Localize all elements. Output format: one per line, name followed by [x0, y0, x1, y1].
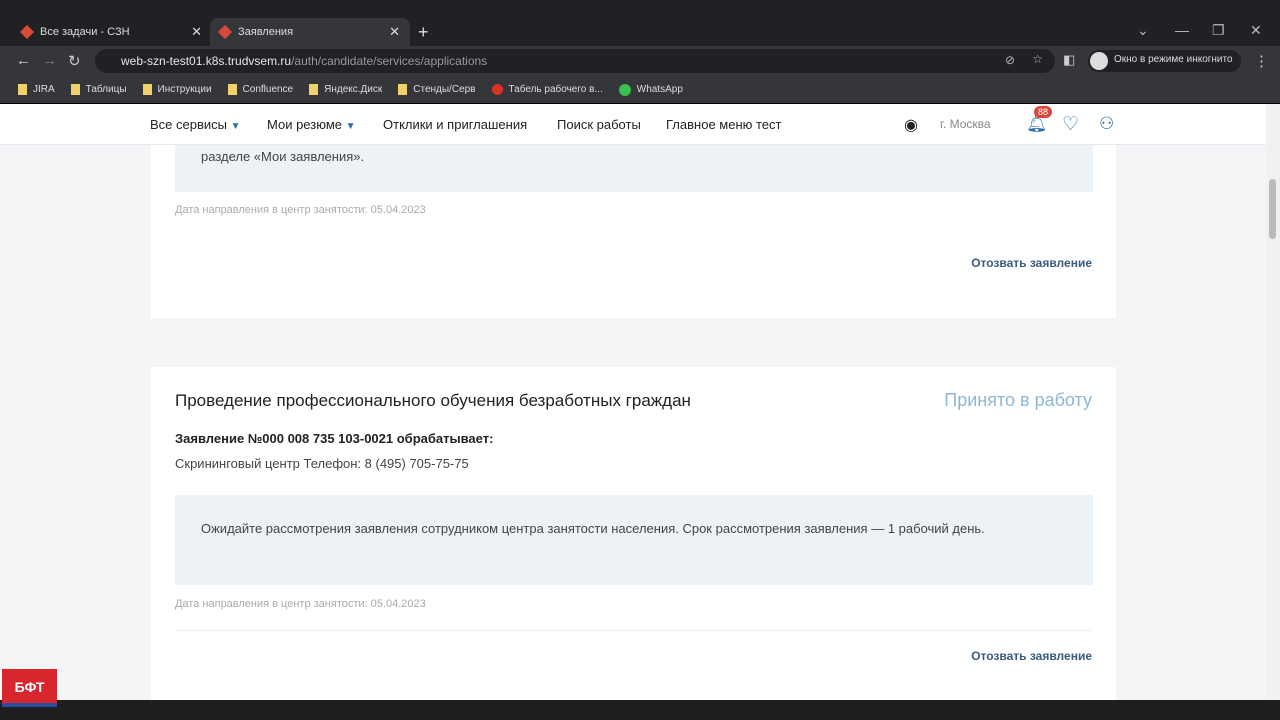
menu-icon[interactable]: ⋮ — [1254, 52, 1269, 70]
close-icon[interactable]: ✕ — [389, 24, 400, 40]
url-input[interactable]: web-szn-test01.k8s.trudvsem.ru/auth/cand… — [95, 49, 1055, 73]
tab-search-icon[interactable]: ⌄ — [1137, 22, 1149, 39]
folder-icon — [70, 84, 80, 95]
bookmark-label: Яндекс.Диск — [324, 84, 383, 95]
folder-icon — [398, 84, 408, 95]
site-header: Все сервисы ▼ Мои резюме ▼ Отклики и при… — [0, 104, 1266, 145]
scrollbar-thumb[interactable] — [1269, 179, 1276, 239]
heart-icon[interactable]: ♡ — [1062, 113, 1079, 136]
forward-button[interactable]: → — [42, 52, 57, 69]
nav-my-resumes[interactable]: Мои резюме ▼ — [267, 117, 356, 132]
nav-all-services[interactable]: Все сервисы ▼ — [150, 117, 241, 132]
tab-label: Заявления — [238, 26, 294, 38]
scrollbar[interactable] — [1266, 104, 1280, 700]
folder-icon — [309, 84, 319, 95]
reload-button[interactable]: ↻ — [68, 52, 81, 70]
bookmark-yandex-disk[interactable]: Яндекс.Диск — [309, 84, 382, 95]
nav-label: Мои резюме — [267, 117, 342, 132]
bookmark-instructions[interactable]: Инструкции — [142, 84, 212, 95]
minimize-button[interactable]: — — [1175, 22, 1189, 38]
status-label: Принято в работу — [944, 390, 1092, 410]
tab-applications[interactable]: Заявления ✕ — [210, 18, 410, 46]
application-note: Ожидайте рассмотрения заявления сотрудни… — [175, 495, 1093, 585]
caret-down-icon: ▼ — [230, 121, 241, 132]
bookmark-stands[interactable]: Стенды/Серв — [398, 84, 476, 95]
bookmark-label: Табель рабочего в... — [508, 84, 603, 95]
site-icon — [19, 24, 35, 40]
bookmark-jira[interactable]: JIRA — [18, 84, 55, 95]
bookmark-label: Инструкции — [157, 84, 212, 95]
tab-bar: Все задачи - СЗН ✕ Заявления ✕ + ⌄ — ❐ ✕ — [0, 0, 1280, 46]
close-icon[interactable]: ✕ — [191, 24, 202, 40]
bookmark-label: Confluence — [242, 84, 294, 95]
nav-responses[interactable]: Отклики и приглашения — [383, 117, 527, 132]
taskbar — [0, 700, 1280, 720]
nav-job-search[interactable]: Поиск работы — [557, 117, 641, 132]
star-icon[interactable]: ☆ — [1032, 52, 1043, 66]
url-host: web-szn-test01.k8s.trudvsem.ru — [121, 54, 292, 68]
service-title: Проведение профессионального обучения бе… — [175, 391, 691, 410]
back-button[interactable]: ← — [16, 52, 31, 69]
nav-main-menu-test[interactable]: Главное меню тест — [666, 117, 781, 132]
close-window-button[interactable]: ✕ — [1250, 22, 1262, 39]
side-panel-icon[interactable]: ◧ — [1063, 52, 1075, 68]
new-tab-button[interactable]: + — [418, 22, 429, 43]
bookmark-label: Таблицы — [85, 84, 127, 95]
bookmarks-bar: JIRA Таблицы Инструкции Confluence Яндек… — [0, 76, 1280, 103]
eye-icon[interactable]: ◉ — [904, 115, 918, 135]
bookmark-label: JIRA — [33, 84, 55, 95]
revoke-application-link[interactable]: Отозвать заявление — [971, 649, 1092, 663]
processing-center: Скрининговый центр Телефон: 8 (495) 705-… — [175, 456, 469, 471]
tab-label: Все задачи - СЗН — [40, 26, 130, 38]
address-bar-row: ← → ↻ web-szn-test01.k8s.trudvsem.ru/aut… — [0, 46, 1280, 76]
folder-icon — [227, 84, 237, 95]
restore-button[interactable]: ❐ — [1212, 22, 1225, 39]
bookmark-label: Стенды/Серв — [413, 84, 476, 95]
bookmark-label: WhatsApp — [636, 84, 683, 95]
j-icon — [491, 84, 503, 95]
caret-down-icon: ▼ — [345, 121, 356, 132]
divider — [175, 630, 1092, 631]
bookmark-tables[interactable]: Таблицы — [70, 84, 127, 95]
nav-label: Все сервисы — [150, 117, 227, 132]
bookmark-timesheet[interactable]: Табель рабочего в... — [491, 84, 603, 95]
city-selector[interactable]: г. Москва — [940, 117, 991, 131]
bookmark-confluence[interactable]: Confluence — [227, 84, 294, 95]
whatsapp-icon — [618, 83, 631, 96]
submission-date: Дата направления в центр занятости: 05.0… — [175, 204, 426, 216]
incognito-badge[interactable]: Окно в режиме инкогнито — [1088, 50, 1241, 72]
bft-logo: БФТ — [2, 669, 57, 707]
url-path: /auth/candidate/services/applications — [291, 54, 488, 68]
application-number: Заявление №000 008 735 103-0021 обрабаты… — [175, 431, 494, 446]
page-content: Все сервисы ▼ Мои резюме ▼ Отклики и при… — [0, 104, 1266, 700]
incognito-label: Окно в режиме инкогнито — [1114, 54, 1233, 65]
user-icon[interactable]: ⚇ — [1099, 114, 1114, 134]
tab-all-tasks[interactable]: Все задачи - СЗН ✕ — [12, 18, 212, 46]
eye-off-icon[interactable]: ⊘ — [1005, 53, 1015, 67]
site-icon — [217, 24, 233, 40]
application-card: Проведение профессионального обучения бе… — [151, 367, 1116, 700]
submission-date: Дата направления в центр занятости: 05.0… — [175, 598, 426, 610]
folder-icon — [18, 84, 27, 95]
folder-icon — [142, 84, 152, 95]
notification-badge: 88 — [1034, 106, 1053, 118]
bookmark-whatsapp[interactable]: WhatsApp — [618, 83, 683, 96]
revoke-application-link[interactable]: Отозвать заявление — [971, 256, 1092, 270]
